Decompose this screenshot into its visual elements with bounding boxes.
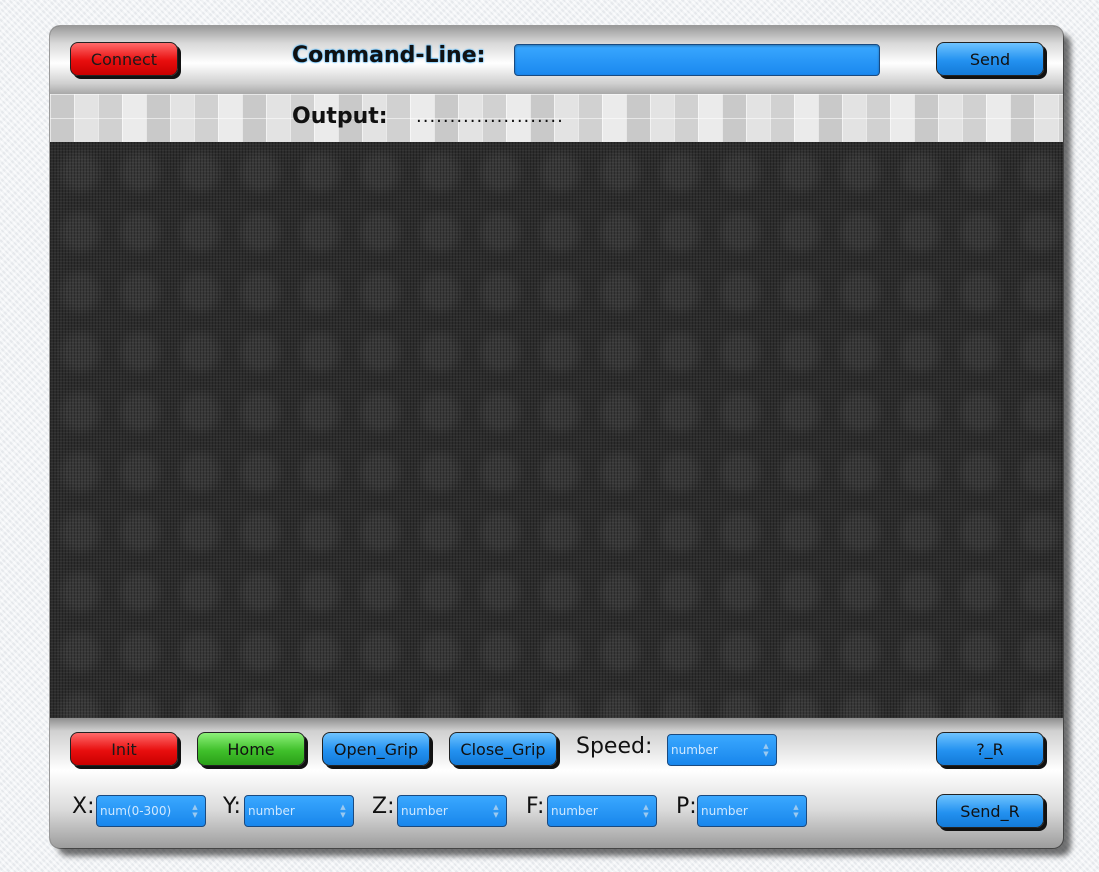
command-line-input[interactable] <box>514 44 880 76</box>
spinner-arrows-icon[interactable]: ▲ ▼ <box>761 738 771 762</box>
spinner-arrows-icon[interactable]: ▲ ▼ <box>338 799 348 823</box>
bottom-controls: Init Home Open_Grip Close_Grip Speed: nu… <box>50 718 1063 848</box>
top-toolbar: Connect Command-Line: Send <box>50 26 1063 94</box>
x-input[interactable]: num(0-300) ▲ ▼ <box>96 795 206 827</box>
spinner-arrows-icon[interactable]: ▲ ▼ <box>190 799 200 823</box>
speed-input[interactable]: number ▲ ▼ <box>667 734 777 766</box>
control-panel: Connect Command-Line: Send Output: .....… <box>50 26 1063 848</box>
f-label: F: <box>526 794 545 819</box>
spinner-arrows-icon[interactable]: ▲ ▼ <box>491 799 501 823</box>
connect-button[interactable]: Connect <box>70 42 178 76</box>
home-button[interactable]: Home <box>197 732 305 766</box>
output-label: Output: <box>292 104 388 129</box>
z-input[interactable]: number ▲ ▼ <box>397 795 507 827</box>
output-bar: Output: ...................... <box>50 94 1063 142</box>
speed-label: Speed: <box>576 734 653 759</box>
send-button[interactable]: Send <box>936 42 1044 76</box>
command-line-label: Command-Line: <box>292 43 486 68</box>
y-input[interactable]: number ▲ ▼ <box>244 795 354 827</box>
p-label: P: <box>676 794 697 819</box>
z-placeholder: number <box>401 804 448 818</box>
output-value: ...................... <box>416 106 564 127</box>
init-button[interactable]: Init <box>70 732 178 766</box>
open-grip-button[interactable]: Open_Grip <box>322 732 430 766</box>
speed-placeholder: number <box>671 743 718 757</box>
x-placeholder: num(0-300) <box>100 804 172 818</box>
close-grip-button[interactable]: Close_Grip <box>449 732 557 766</box>
x-label: X: <box>72 794 95 819</box>
spinner-arrows-icon[interactable]: ▲ ▼ <box>791 799 801 823</box>
spinner-arrows-icon[interactable]: ▲ ▼ <box>641 799 651 823</box>
query-r-button[interactable]: ?_R <box>936 732 1044 766</box>
p-placeholder: number <box>701 804 748 818</box>
z-label: Z: <box>372 794 395 819</box>
send-r-button[interactable]: Send_R <box>936 794 1044 828</box>
f-input[interactable]: number ▲ ▼ <box>547 795 657 827</box>
p-input[interactable]: number ▲ ▼ <box>697 795 807 827</box>
y-label: Y: <box>223 794 241 819</box>
output-display-area <box>50 142 1063 718</box>
y-placeholder: number <box>248 804 295 818</box>
f-placeholder: number <box>551 804 598 818</box>
